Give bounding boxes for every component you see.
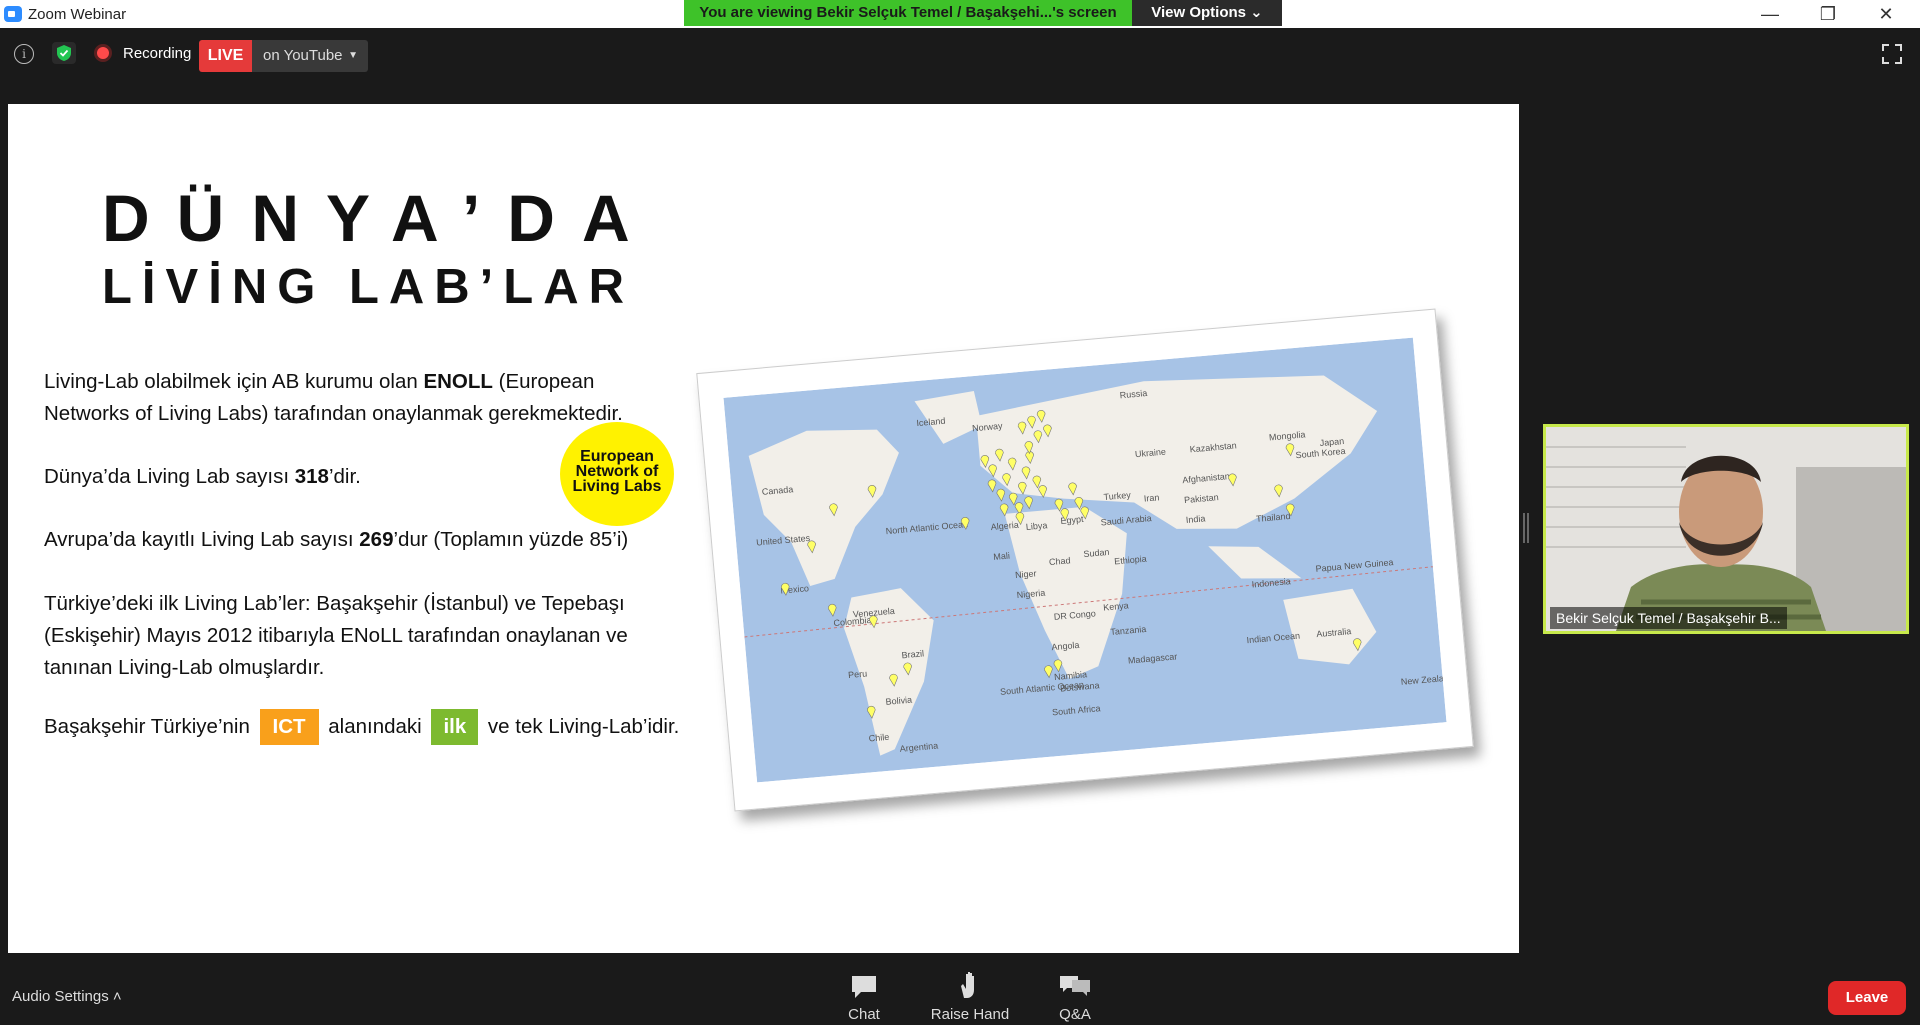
- slide-paragraph-turkey: Türkiye’deki ilk Living Lab’ler: Başakşe…: [44, 592, 628, 679]
- shield-icon[interactable]: [52, 42, 76, 64]
- fullscreen-icon[interactable]: [1882, 44, 1902, 64]
- chat-icon: [852, 976, 876, 998]
- map-label: Japan: [1319, 436, 1344, 448]
- viewing-screen-banner: You are viewing Bekir Selçuk Temel / Baş…: [684, 0, 1132, 26]
- youtube-stream-label: on YouTube: [263, 47, 343, 64]
- slide-title-line1: DÜNYA’DA: [102, 181, 657, 255]
- enoll-logo: European Network of Living Labs: [560, 422, 674, 526]
- restore-button[interactable]: ❐: [1800, 0, 1856, 28]
- chat-button[interactable]: Chat: [814, 968, 914, 1023]
- slide-paragraph-enoll: Living-Lab olabilmek için AB kurumu olan…: [44, 370, 623, 425]
- leave-button[interactable]: Leave: [1828, 981, 1906, 1015]
- shared-screen-slide: DÜNYA’DA LİVİNG LAB’LAR Living-Lab olabi…: [8, 104, 1519, 953]
- info-icon[interactable]: i: [14, 44, 34, 64]
- youtube-stream-dropdown[interactable]: on YouTube ▼: [252, 40, 368, 72]
- map-label: Chad: [1049, 555, 1071, 567]
- map-label: Iran: [1143, 492, 1159, 503]
- recording-dot-icon: [97, 47, 109, 59]
- raise-hand-button[interactable]: Raise Hand: [920, 968, 1020, 1023]
- slide-paragraph-world-count: Dünya’da Living Lab sayısı 318’dir.: [44, 465, 361, 488]
- world-map-photo: Iceland Norway Russia Kazakhstan Mongolia Ukr…: [696, 308, 1474, 812]
- raise-hand-icon: [961, 972, 974, 998]
- world-map: Iceland NorwayRussiaKazakhstanMongoliaUkr…: [723, 337, 1447, 783]
- ict-highlight: ICT: [259, 709, 319, 745]
- audio-settings-button[interactable]: Audio Settings ˄: [12, 988, 122, 1005]
- speaker-name-label: Bekir Selçuk Temel / Başakşehir B...: [1550, 607, 1787, 629]
- ilk-highlight: ilk: [431, 709, 479, 745]
- slide-paragraph-europe-count: Avrupa’da kayıtlı Living Lab sayısı 269’…: [44, 528, 629, 551]
- panel-resize-handle[interactable]: [1523, 513, 1529, 543]
- map-label: Libya: [1025, 520, 1047, 532]
- recording-label: Recording: [123, 45, 192, 62]
- qa-icon: [1060, 976, 1090, 996]
- map-label: Peru: [848, 668, 868, 680]
- qa-button[interactable]: Q&A: [1025, 968, 1125, 1023]
- slide-title-line2: LİVİNG LAB’LAR: [102, 260, 634, 314]
- caret-down-icon: ▼: [348, 50, 358, 61]
- slide-paragraph-basaksehir: Başakşehir Türkiye’nin ICT alanındaki il…: [44, 709, 679, 745]
- window-titlebar: Zoom Webinar You are viewing Bekir Selçu…: [0, 0, 1920, 28]
- view-options-button[interactable]: View Options ⌄: [1132, 0, 1282, 26]
- close-button[interactable]: ✕: [1858, 0, 1914, 28]
- map-label: India: [1185, 513, 1205, 525]
- map-label: Mali: [993, 551, 1010, 562]
- map-label: Chile: [868, 732, 889, 744]
- window-title: Zoom Webinar: [28, 6, 127, 23]
- minimize-button[interactable]: —: [1742, 0, 1798, 28]
- speaker-video-frame: [1546, 427, 1906, 631]
- map-label: Niger: [1015, 568, 1037, 580]
- zoom-app-icon: [4, 6, 22, 22]
- live-badge: LIVE: [199, 40, 252, 72]
- map-label: Brazil: [901, 648, 924, 660]
- speaker-video-tile[interactable]: Bekir Selçuk Temel / Başakşehir B...: [1543, 424, 1909, 634]
